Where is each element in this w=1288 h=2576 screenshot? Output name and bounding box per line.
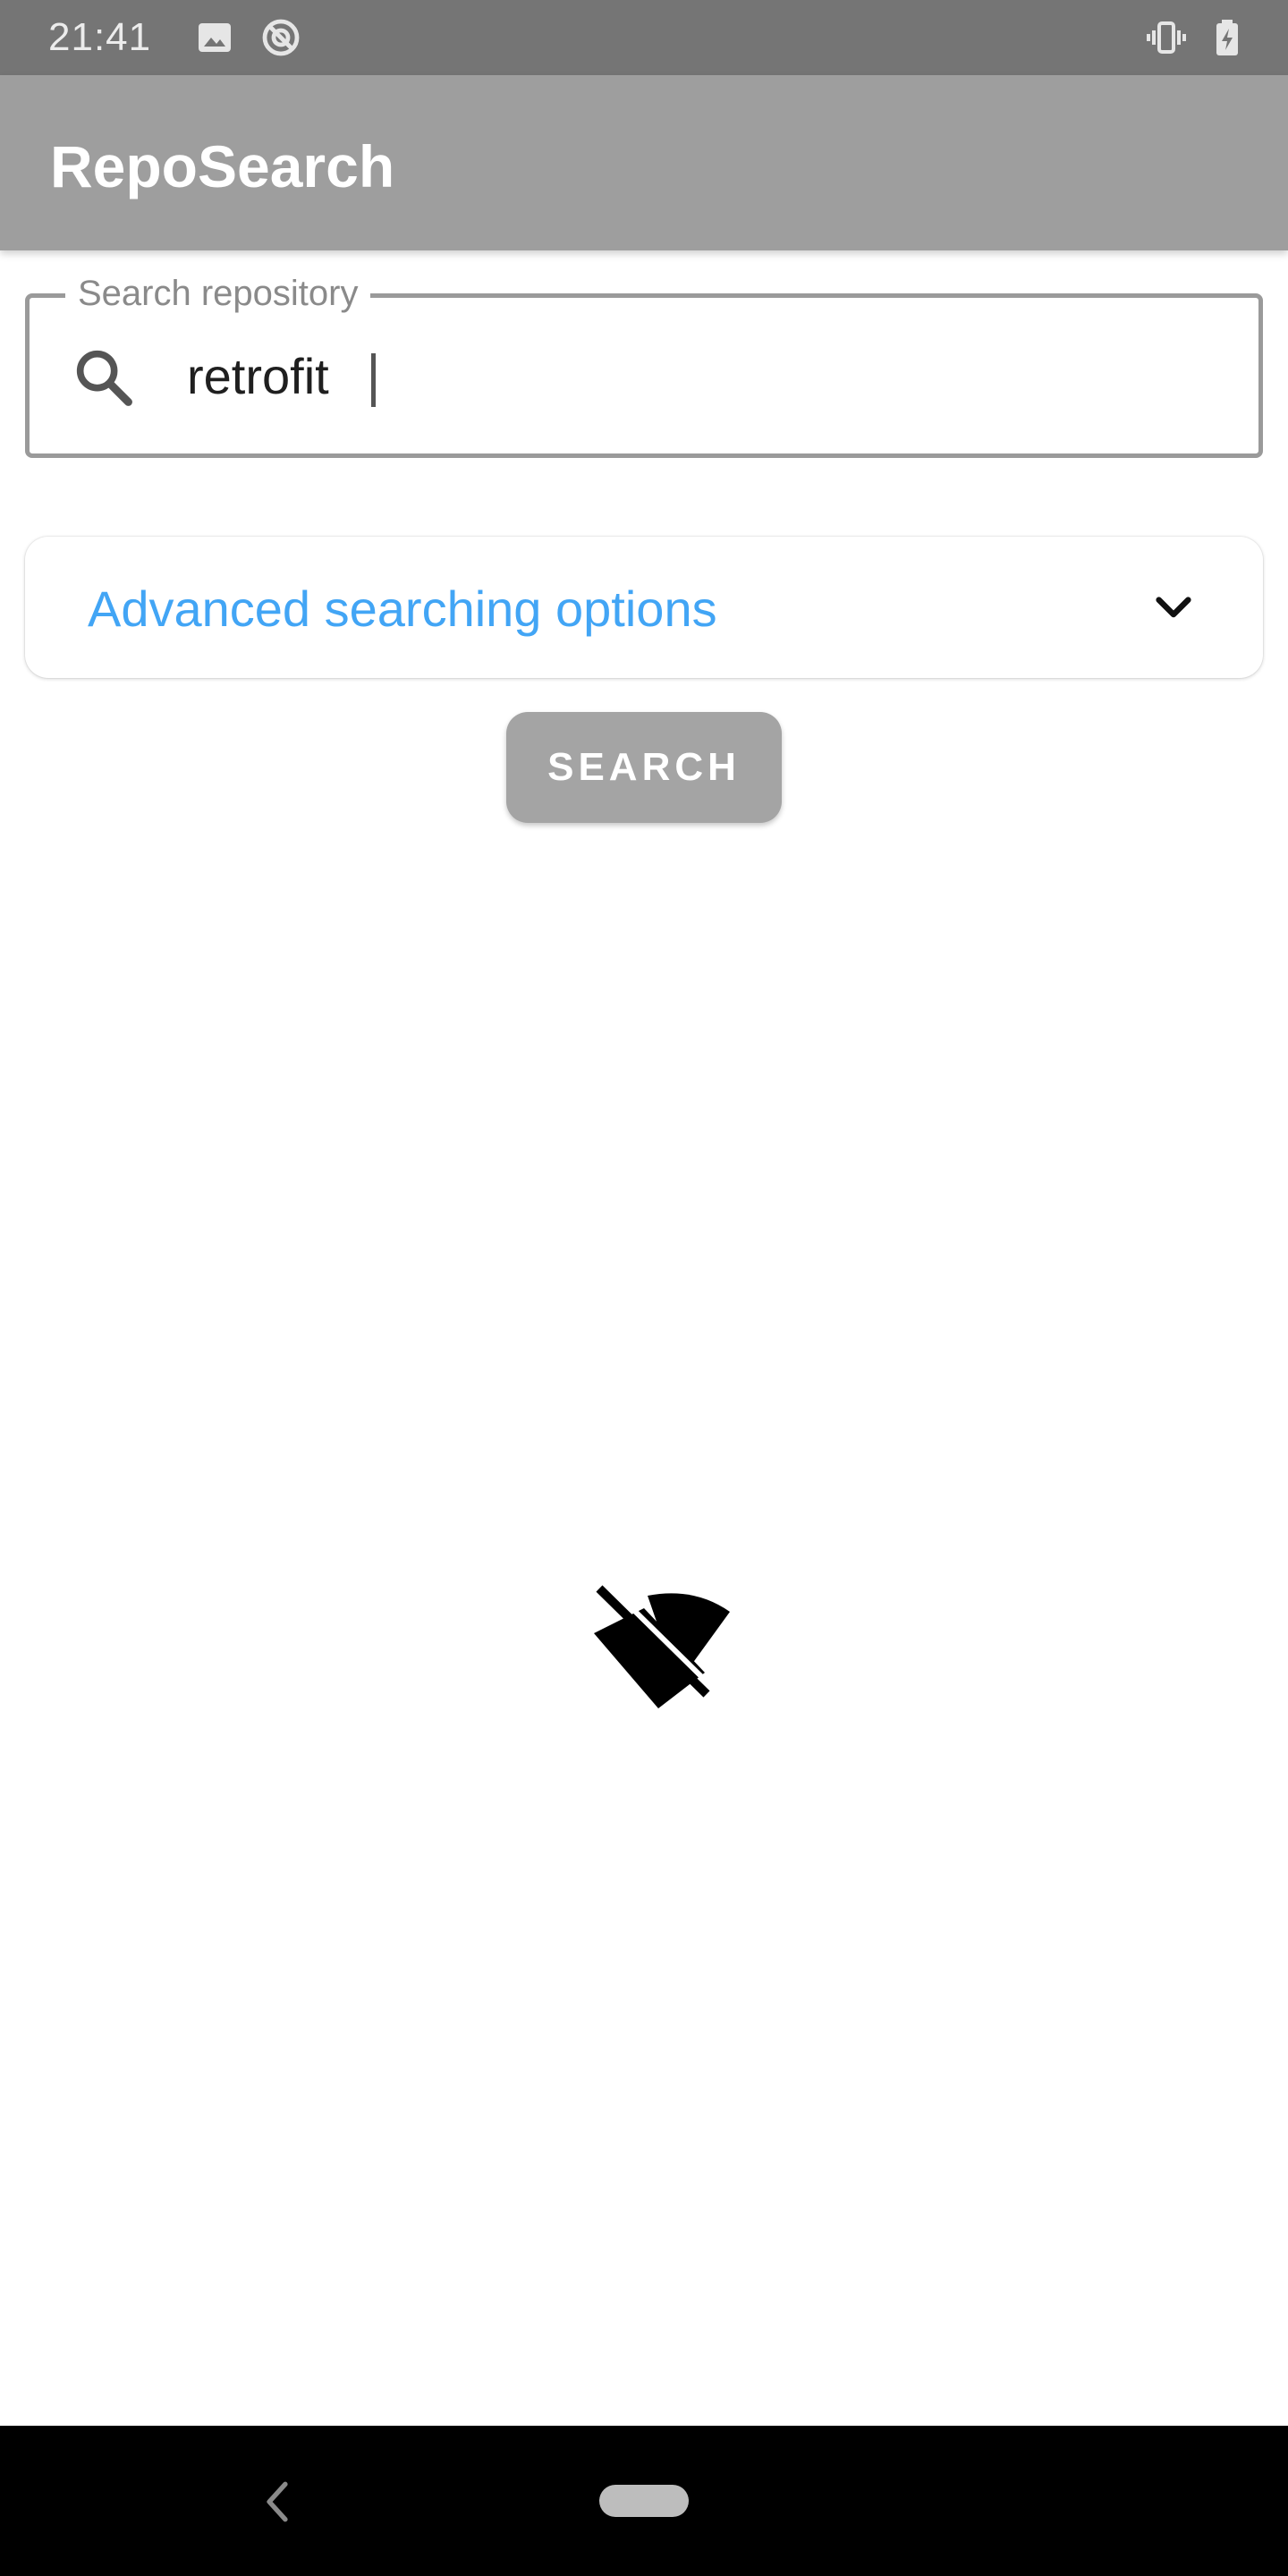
- advanced-options-panel[interactable]: Advanced searching options: [25, 537, 1263, 678]
- search-field[interactable]: Search repository: [25, 271, 1263, 458]
- search-field-label: Search repository: [65, 271, 371, 316]
- search-input[interactable]: [187, 337, 1216, 414]
- vibrate-icon: [1145, 16, 1188, 59]
- battery-charging-icon: [1206, 16, 1249, 59]
- navigation-bar: [0, 2426, 1288, 2576]
- image-icon: [193, 16, 236, 59]
- home-pill[interactable]: [599, 2485, 689, 2517]
- app-bar: RepoSearch: [0, 75, 1288, 250]
- advanced-options-label: Advanced searching options: [88, 580, 717, 637]
- sync-disabled-icon: [259, 16, 302, 59]
- chevron-down-icon[interactable]: [1148, 583, 1199, 633]
- status-time: 21:41: [48, 15, 152, 59]
- wifi-off-icon: [580, 1583, 732, 1717]
- search-icon: [69, 343, 137, 411]
- back-icon[interactable]: [258, 2479, 297, 2524]
- status-bar: 21:41: [0, 0, 1288, 75]
- app-title: RepoSearch: [50, 133, 395, 199]
- text-caret: [371, 353, 376, 407]
- search-button[interactable]: SEARCH: [506, 712, 782, 823]
